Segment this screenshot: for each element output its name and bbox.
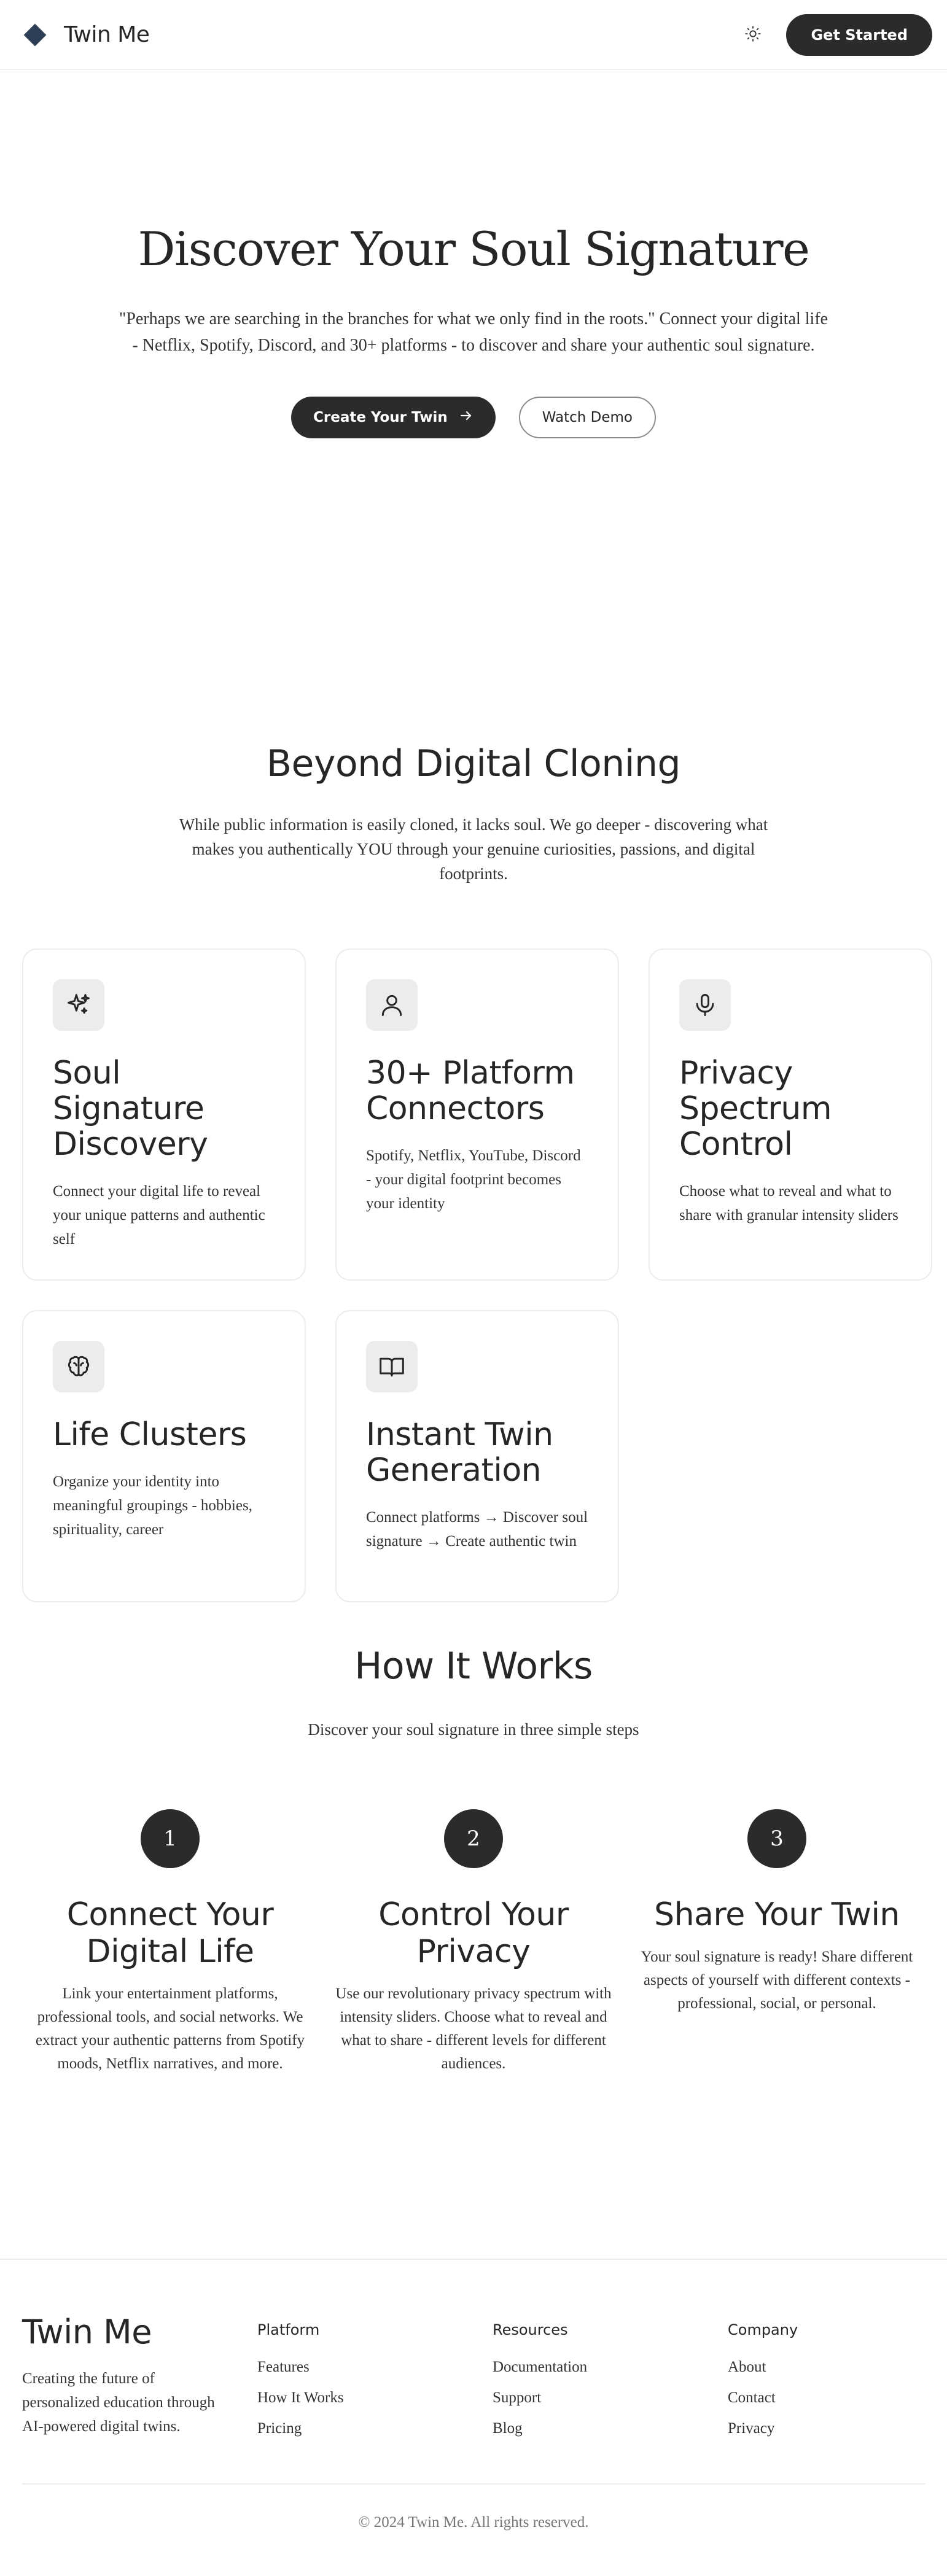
footer-link-how-it-works[interactable]: How It Works [257,2383,493,2413]
footer-link-contact[interactable]: Contact [728,2383,924,2413]
diamond-logo-icon [22,22,48,48]
footer-link-about[interactable]: About [728,2352,924,2383]
get-started-button[interactable]: Get Started [786,14,932,56]
features-subtitle: While public information is easily clone… [179,815,768,883]
footer-link-documentation[interactable]: Documentation [493,2352,728,2383]
feature-title: 30+ Platform Connectors [366,1055,575,1127]
step-description: Your soul signature is ready! Share diff… [641,1949,913,2012]
footer-column-company: Company About Contact Privacy [728,2315,924,2444]
create-your-twin-label: Create Your Twin [313,409,448,425]
footer-link-pricing[interactable]: Pricing [257,2413,493,2444]
sun-icon [744,25,762,45]
feature-title: Life Clusters [53,1416,247,1453]
arrow-right-icon [459,408,474,427]
feature-card-soul-signature: Soul Signature Discovery Connect your di… [22,949,306,1281]
feature-card-platform-connectors: 30+ Platform Connectors Spotify, Netflix… [335,949,619,1281]
theme-toggle-button[interactable] [738,20,768,50]
footer-column-title: Company [728,2321,798,2338]
step-title: Share Your Twin [654,1896,900,1933]
header-actions: Get Started [738,14,932,56]
feature-description: Choose what to reveal and what to share … [679,1183,898,1224]
hero-title: Discover Your Soul Signature [138,222,810,276]
footer-brand-block: Twin Me Creating the future of personali… [22,2315,257,2444]
feature-description: Connect platforms → Discover soul signat… [366,1509,588,1550]
hero-buttons: Create Your Twin Watch Demo [0,396,947,438]
feature-description: Connect your digital life to reveal your… [53,1183,265,1247]
steps: 1 Connect Your Digital Life Link your en… [0,1809,947,2076]
footer-column-title: Platform [257,2321,320,2338]
book-open-icon [366,1341,418,1392]
copyright: © 2024 Twin Me. All rights reserved. [22,2483,925,2531]
features-title: Beyond Digital Cloning [266,742,681,785]
brain-icon [53,1341,104,1392]
footer-link-support[interactable]: Support [493,2383,728,2413]
step-number: 1 [141,1809,200,1868]
feature-card-privacy-spectrum: Privacy Spectrum Control Choose what to … [649,949,932,1281]
feature-description: Organize your identity into meaningful g… [53,1473,252,1538]
watch-demo-button[interactable]: Watch Demo [518,396,656,438]
create-your-twin-button[interactable]: Create Your Twin [291,396,496,438]
site-footer: Twin Me Creating the future of personali… [0,2259,947,2531]
step-title: Control Your Privacy [378,1896,569,1970]
hero-section: Discover Your Soul Signature "Perhaps we… [0,70,947,644]
features-section: Beyond Digital Cloning While public info… [0,644,947,1645]
hero-quote: "Perhaps we are searching in the branche… [119,309,828,355]
step-description: Use our revolutionary privacy spectrum w… [335,1985,612,2072]
footer-column-resources: Resources Documentation Support Blog [493,2315,728,2444]
step-2: 2 Control Your Privacy Use our revolutio… [322,1809,625,2076]
step-3: 3 Share Your Twin Your soul signature is… [625,1809,929,2076]
footer-link-blog[interactable]: Blog [493,2413,728,2444]
brand[interactable]: Twin Me [22,22,150,48]
feature-title: Instant Twin Generation [366,1416,553,1489]
footer-link-features[interactable]: Features [257,2352,493,2383]
how-it-works-section: How It Works Discover your soul signatur… [0,1645,947,2259]
footer-column-platform: Platform Features How It Works Pricing [257,2315,493,2444]
feature-description: Spotify, Netflix, YouTube, Discord - you… [366,1147,581,1212]
microphone-icon [679,979,731,1031]
user-icon [366,979,418,1031]
feature-cards: Soul Signature Discovery Connect your di… [0,949,947,1602]
site-header: Twin Me Get Started [0,0,947,70]
footer-tagline: Creating the future of personalized educ… [22,2370,215,2435]
feature-card-instant-twin: Instant Twin Generation Connect platform… [335,1310,619,1602]
brand-name: Twin Me [64,22,150,47]
step-number: 3 [747,1809,806,1868]
how-it-works-subtitle: Discover your soul signature in three si… [308,1720,639,1739]
feature-card-life-clusters: Life Clusters Organize your identity int… [22,1310,306,1602]
sparkles-icon [53,979,104,1031]
feature-title: Soul Signature Discovery [53,1055,208,1163]
footer-column-title: Resources [493,2321,568,2338]
step-number: 2 [444,1809,503,1868]
footer-link-privacy[interactable]: Privacy [728,2413,924,2444]
step-1: 1 Connect Your Digital Life Link your en… [18,1809,322,2076]
footer-brand: Twin Me [22,2313,152,2351]
step-description: Link your entertainment platforms, profe… [35,1985,305,2072]
step-title: Connect Your Digital Life [66,1896,274,1970]
footer-grid: Twin Me Creating the future of personali… [22,2315,925,2444]
feature-title: Privacy Spectrum Control [679,1055,832,1163]
how-it-works-title: How It Works [354,1645,593,1688]
